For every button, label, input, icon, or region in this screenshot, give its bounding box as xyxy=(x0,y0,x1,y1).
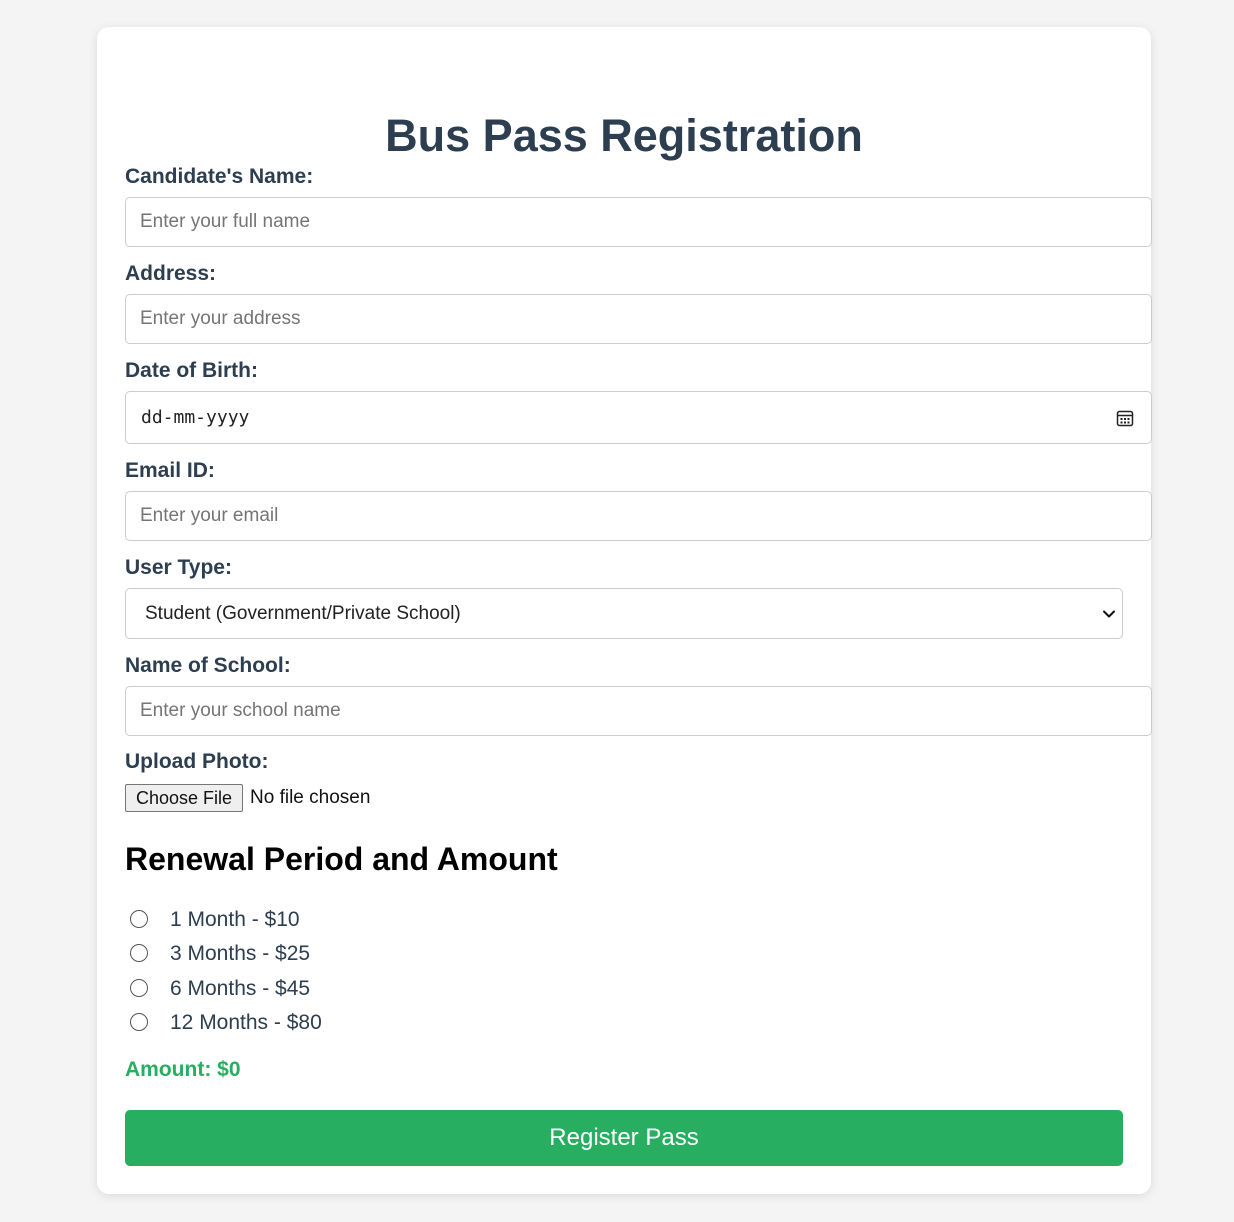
radio-button[interactable] xyxy=(130,1013,148,1031)
email-input[interactable] xyxy=(125,491,1152,541)
renewal-option-label[interactable]: 6 Months - $45 xyxy=(170,976,310,1002)
file-status: No file chosen xyxy=(250,787,371,808)
renewal-heading: Renewal Period and Amount xyxy=(125,841,558,877)
radio-button[interactable] xyxy=(130,979,148,997)
renewal-option-label[interactable]: 3 Months - $25 xyxy=(170,941,310,967)
page-title: Bus Pass Registration xyxy=(385,110,863,161)
name-label: Candidate's Name: xyxy=(125,165,314,188)
email-label: Email ID: xyxy=(125,459,215,482)
user-type-label: User Type: xyxy=(125,556,232,579)
user-type-selected: Student (Government/Private School) xyxy=(145,603,461,624)
choose-file-button[interactable]: Choose File xyxy=(125,784,244,812)
school-input[interactable] xyxy=(125,686,1152,736)
renewal-option-label[interactable]: 12 Months - $80 xyxy=(170,1010,322,1036)
photo-label: Upload Photo: xyxy=(125,750,269,773)
dob-input[interactable]: dd-mm-yyyy xyxy=(125,391,1152,444)
address-input[interactable] xyxy=(125,294,1152,344)
amount-display: Amount: $0 xyxy=(125,1058,241,1081)
dob-label: Date of Birth: xyxy=(125,359,258,382)
renewal-option-label[interactable]: 1 Month - $10 xyxy=(170,907,300,933)
user-type-select[interactable]: Student (Government/Private School) xyxy=(125,588,1123,639)
chevron-down-icon xyxy=(1103,610,1115,618)
radio-button[interactable] xyxy=(130,910,148,928)
name-input[interactable] xyxy=(125,197,1152,247)
radio-button[interactable] xyxy=(130,944,148,962)
dob-placeholder: dd-mm-yyyy xyxy=(141,407,250,428)
registration-card: Bus Pass Registration Candidate's Name: … xyxy=(97,27,1152,1194)
school-label: Name of School: xyxy=(125,654,291,677)
address-label: Address: xyxy=(125,262,217,285)
register-pass-button[interactable]: Register Pass xyxy=(125,1110,1123,1166)
calendar-icon[interactable] xyxy=(1116,409,1134,427)
